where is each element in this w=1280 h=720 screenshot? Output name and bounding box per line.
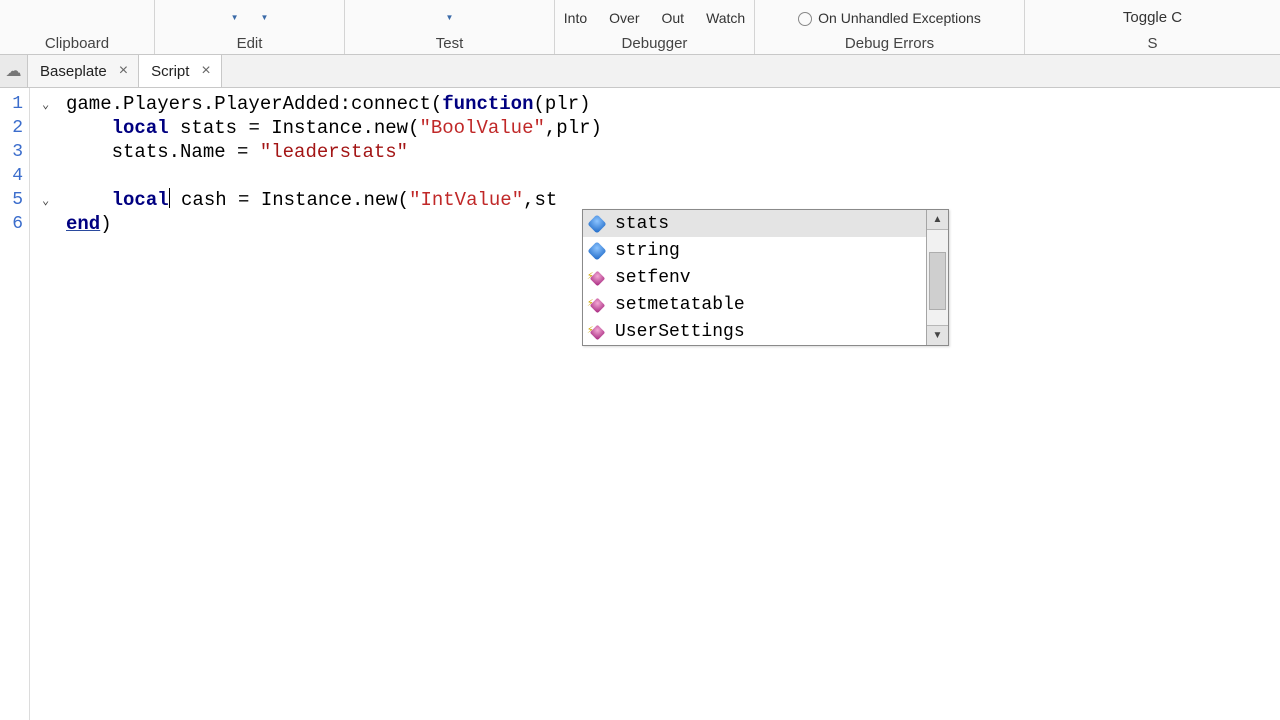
autocomplete-scrollbar[interactable]: ▲ ▼ bbox=[926, 210, 948, 345]
autocomplete-list: stats string ⚡ setfenv ⚡ setmetatable ⚡ … bbox=[583, 210, 926, 345]
edit-dropdown-2[interactable]: ▼ bbox=[261, 13, 269, 22]
scroll-down-icon[interactable]: ▼ bbox=[927, 325, 948, 345]
function-icon: ⚡ bbox=[589, 324, 605, 340]
errors-radio-option[interactable]: On Unhandled Exceptions bbox=[798, 10, 981, 26]
debugger-step-out[interactable]: Out bbox=[661, 10, 684, 26]
fold-marker-icon[interactable]: ⌄ bbox=[42, 97, 49, 111]
close-icon[interactable]: × bbox=[117, 62, 130, 80]
ribbon-label-edit: Edit bbox=[237, 33, 263, 52]
debugger-watch[interactable]: Watch bbox=[706, 10, 745, 26]
ribbon-group-debugger: Into Over Out Watch Debugger bbox=[555, 0, 755, 54]
scroll-up-icon[interactable]: ▲ bbox=[927, 210, 948, 230]
fold-marker-icon[interactable]: ⌄ bbox=[42, 193, 49, 207]
ribbon-group-toggle: Toggle C S bbox=[1025, 0, 1280, 54]
tab-script[interactable]: Script × bbox=[139, 55, 222, 87]
autocomplete-item[interactable]: ⚡ setfenv bbox=[583, 264, 926, 291]
test-dropdown[interactable]: ▼ bbox=[446, 13, 454, 22]
close-icon[interactable]: × bbox=[199, 62, 212, 80]
ribbon-group-clipboard: Clipboard bbox=[0, 0, 155, 54]
ribbon-label-errors: Debug Errors bbox=[845, 33, 934, 52]
ribbon-group-test: ▼ Test bbox=[345, 0, 555, 54]
ribbon-label-clipboard: Clipboard bbox=[45, 33, 109, 52]
ribbon-label-debugger: Debugger bbox=[622, 33, 688, 52]
autocomplete-popup: stats string ⚡ setfenv ⚡ setmetatable ⚡ … bbox=[582, 209, 949, 346]
radio-icon bbox=[798, 12, 812, 26]
value-icon bbox=[587, 241, 606, 260]
autocomplete-item[interactable]: ⚡ UserSettings bbox=[583, 318, 926, 345]
tab-label: Script bbox=[151, 63, 189, 80]
autocomplete-item[interactable]: stats bbox=[583, 210, 926, 237]
code-editor[interactable]: 1 2 3 4 5 6 ⌄ ⌄ game.Players.PlayerAdded… bbox=[0, 88, 1280, 720]
ribbon-group-edit: ▼ ▼ Edit bbox=[155, 0, 345, 54]
code-content[interactable]: game.Players.PlayerAdded:connect(functio… bbox=[66, 88, 602, 720]
ribbon-group-errors: On Unhandled Exceptions Debug Errors bbox=[755, 0, 1025, 54]
editor-tab-bar: ☁ Baseplate × Script × bbox=[0, 55, 1280, 88]
ribbon-label-test: Test bbox=[436, 33, 464, 52]
cloud-icon[interactable]: ☁ bbox=[0, 55, 28, 87]
tab-baseplate[interactable]: Baseplate × bbox=[28, 55, 139, 87]
function-icon: ⚡ bbox=[589, 297, 605, 313]
function-icon: ⚡ bbox=[589, 270, 605, 286]
ribbon-toolbar: Clipboard ▼ ▼ Edit ▼ Test Into Over Out … bbox=[0, 0, 1280, 55]
debugger-step-over[interactable]: Over bbox=[609, 10, 639, 26]
autocomplete-item[interactable]: ⚡ setmetatable bbox=[583, 291, 926, 318]
value-icon bbox=[587, 214, 606, 233]
debugger-step-into[interactable]: Into bbox=[564, 10, 587, 26]
scroll-track[interactable] bbox=[927, 230, 948, 325]
fold-gutter: ⌄ ⌄ bbox=[30, 88, 66, 720]
toggle-button[interactable]: Toggle C bbox=[1123, 9, 1182, 26]
tab-label: Baseplate bbox=[40, 63, 107, 80]
autocomplete-item[interactable]: string bbox=[583, 237, 926, 264]
line-number-gutter: 1 2 3 4 5 6 bbox=[0, 88, 30, 720]
edit-dropdown-1[interactable]: ▼ bbox=[231, 13, 239, 22]
scroll-thumb[interactable] bbox=[929, 252, 946, 310]
